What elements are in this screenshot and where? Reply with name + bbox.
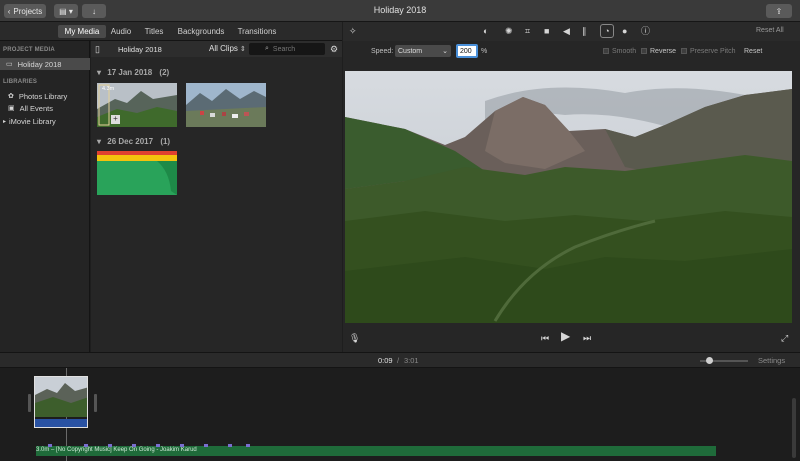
timeline-settings-button[interactable]: Settings xyxy=(758,356,785,365)
sidebar-item-photos-library[interactable]: ✿ Photos Library xyxy=(0,90,90,102)
event-group-header[interactable]: ▾ 17 Jan 2018 (2) xyxy=(97,68,169,77)
color-balance-icon[interactable]: ◐ xyxy=(483,26,488,36)
libraries-header: LIBRARIES xyxy=(3,79,38,85)
skip-forward-icon[interactable]: ⏭ xyxy=(583,333,591,343)
video-frame-mountains xyxy=(345,71,792,323)
microphone-icon[interactable]: 🎙 xyxy=(349,333,360,343)
event-group-header[interactable]: ▾ 26 Dec 2017 (1) xyxy=(97,137,170,146)
tab-audio[interactable]: Audio xyxy=(108,25,134,38)
preserve-pitch-checkbox[interactable]: Preserve Pitch xyxy=(681,48,736,55)
noise-filter-icon[interactable]: ● xyxy=(622,26,627,36)
speed-value-field[interactable]: 200 xyxy=(456,44,478,58)
film-icon: ▭ xyxy=(6,61,13,68)
current-time: 0:09 xyxy=(378,356,393,365)
clip-thumbnail-town[interactable] xyxy=(186,83,266,127)
percent-label: % xyxy=(481,48,488,55)
zoom-slider[interactable] xyxy=(700,357,748,364)
background-music-track[interactable]: 3.0m – [No Copyright Music] Keep On Goin… xyxy=(36,446,716,456)
reverse-checkbox[interactable]: Reverse xyxy=(641,48,676,55)
sidebar-item-holiday-2018[interactable]: ▭ Holiday 2018 xyxy=(0,58,90,70)
clip-duration-badge: 4.3m xyxy=(102,86,115,92)
title-bar: ‹ Projects ▤ ▾ ↓ Holiday 2018 ⇪ xyxy=(0,0,800,22)
project-media-header: PROJECT MEDIA xyxy=(3,47,55,53)
skip-back-icon[interactable]: ⏮ xyxy=(541,333,549,343)
window-title: Holiday 2018 xyxy=(373,5,427,15)
speedometer-icon[interactable]: ◔ xyxy=(600,24,614,38)
beat-marker xyxy=(204,444,208,447)
clip-trim-handle-right[interactable] xyxy=(94,394,97,412)
time-separator: / xyxy=(397,356,400,365)
green-title-thumbnail xyxy=(97,151,177,195)
speed-label: Speed: xyxy=(371,48,394,55)
reset-all-button[interactable]: Reset All xyxy=(756,27,784,34)
tab-my-media[interactable]: My Media xyxy=(58,25,106,38)
checkbox-icon xyxy=(603,48,609,54)
volume-icon[interactable]: ◀ xyxy=(563,26,570,36)
beat-marker xyxy=(132,444,136,447)
media-browser: ▯ Holiday 2018 All Clips ⇕ ⌕ Search ⚙ ▾ … xyxy=(91,41,342,352)
beat-marker xyxy=(180,444,184,447)
timeline-video-clip[interactable] xyxy=(34,376,88,428)
browser-toolbar: ▯ Holiday 2018 All Clips ⇕ ⌕ Search ⚙ xyxy=(91,41,342,57)
magic-wand-icon[interactable]: ✧ xyxy=(349,26,357,36)
disclosure-triangle-icon[interactable]: ▸ xyxy=(3,118,6,125)
timeline-area: 3.0m – [No Copyright Music] Keep On Goin… xyxy=(0,368,800,461)
adjustments-bar: ✧ ◐ ✺ ⌗ ■ ◀ ∥ ◔ ● ⓘ Reset All xyxy=(343,22,800,41)
total-time: 3:01 xyxy=(404,356,419,365)
clip-thumbnail-mountain-valley[interactable]: 4.3m + xyxy=(97,83,177,127)
disclosure-triangle-icon: ▾ xyxy=(97,137,102,146)
chevron-down-icon: ⌄ xyxy=(442,48,448,55)
sidebar-toggle-icon[interactable]: ▯ xyxy=(95,44,100,54)
equalizer-icon[interactable]: ∥ xyxy=(582,26,587,36)
add-clip-icon[interactable]: + xyxy=(111,115,120,124)
beat-marker xyxy=(108,444,112,447)
video-viewer: 🎙 ⏮ ▶ ⏭ ⤢ xyxy=(343,65,800,352)
fullscreen-icon[interactable]: ⤢ xyxy=(781,333,788,343)
library-sidebar: PROJECT MEDIA ▭ Holiday 2018 LIBRARIES ✿… xyxy=(0,41,90,352)
sidebar-item-imovie-library[interactable]: ▸ iMovie Library xyxy=(0,115,90,127)
smooth-checkbox[interactable]: Smooth xyxy=(603,48,636,55)
crop-icon[interactable]: ⌗ xyxy=(525,26,530,36)
clip-thumbnail-green-title[interactable] xyxy=(97,151,177,195)
library-title: Holiday 2018 xyxy=(118,45,162,54)
video-camera-icon[interactable]: ■ xyxy=(544,26,549,36)
play-icon[interactable]: ▶ xyxy=(561,330,570,342)
clip-trim-handle-left[interactable] xyxy=(28,394,31,412)
disclosure-triangle-icon: ▾ xyxy=(97,68,102,77)
photos-icon: ✿ xyxy=(8,93,14,100)
beat-marker xyxy=(246,444,250,447)
speed-options: Speed: Custom ⌄ 200 % Smooth Reverse Pre… xyxy=(343,41,800,65)
tab-transitions[interactable]: Transitions xyxy=(235,25,279,38)
clips-filter-dropdown[interactable]: All Clips ⇕ xyxy=(209,44,246,53)
search-input[interactable]: ⌕ Search xyxy=(249,43,325,55)
share-icon: ⇪ xyxy=(775,6,783,16)
timeline-clip-audio xyxy=(35,419,87,427)
beat-marker xyxy=(156,444,160,447)
beat-marker xyxy=(84,444,88,447)
tab-backgrounds[interactable]: Backgrounds xyxy=(176,25,226,38)
sidebar-item-all-events[interactable]: ▣ All Events xyxy=(0,102,90,114)
speed-mode-dropdown[interactable]: Custom ⌄ xyxy=(395,45,451,57)
star-box-icon: ▣ xyxy=(8,105,15,112)
audio-track-label: 3.0m – [No Copyright Music] Keep On Goin… xyxy=(36,447,197,453)
beat-marker xyxy=(228,444,232,447)
media-tab-bar: My Media Audio Titles Backgrounds Transi… xyxy=(0,22,342,41)
vertical-scrollbar[interactable] xyxy=(792,398,796,458)
zoom-slider-knob[interactable] xyxy=(706,357,713,364)
timeline-clip-thumbnail xyxy=(35,377,87,417)
settings-gear-icon[interactable]: ⚙ xyxy=(330,44,338,54)
updown-chevron-icon: ⇕ xyxy=(239,45,246,53)
reset-button[interactable]: Reset xyxy=(744,48,762,55)
search-icon: ⌕ xyxy=(265,45,269,52)
timeline-toolbar: 0:09 / 3:01 Settings xyxy=(0,352,800,368)
info-icon[interactable]: ⓘ xyxy=(641,26,650,36)
beat-marker xyxy=(48,444,52,447)
tab-titles[interactable]: Titles xyxy=(140,25,168,38)
checkbox-icon xyxy=(641,48,647,54)
color-palette-icon[interactable]: ✺ xyxy=(505,26,513,36)
share-button[interactable]: ⇪ xyxy=(766,4,792,18)
checkbox-icon xyxy=(681,48,687,54)
town-thumbnail xyxy=(186,83,266,127)
